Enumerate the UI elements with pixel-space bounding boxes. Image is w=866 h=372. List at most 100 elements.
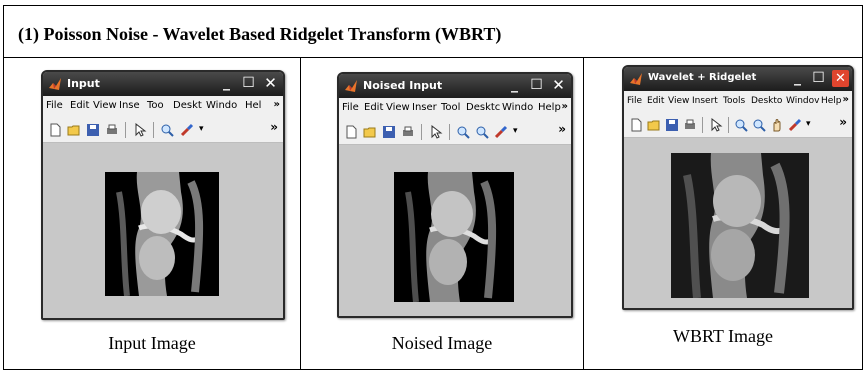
- maximize-button[interactable]: ☐: [240, 75, 257, 92]
- save-icon[interactable]: [382, 125, 396, 139]
- pointer-icon[interactable]: [133, 123, 147, 137]
- maximize-button[interactable]: ☐: [810, 70, 827, 87]
- menu-desktop[interactable]: Deskto: [748, 96, 782, 106]
- zoom-out-icon[interactable]: [475, 125, 489, 139]
- menu-insert[interactable]: Inse: [116, 100, 140, 111]
- zoom-in-icon[interactable]: [456, 125, 470, 139]
- menu-window[interactable]: Windov: [783, 96, 819, 106]
- new-file-icon[interactable]: [629, 118, 643, 132]
- toolbar: ▾ »: [43, 118, 283, 143]
- window-titlebar[interactable]: Wavelet + Ridgelet _ ☐ ✕: [624, 67, 852, 91]
- open-folder-icon[interactable]: [67, 123, 81, 137]
- dropdown-arrow-icon[interactable]: ▾: [199, 124, 204, 134]
- window-title: Wavelet + Ridgelet: [648, 72, 757, 83]
- menu-desktop[interactable]: Desktc: [463, 102, 500, 113]
- menu-help[interactable]: Hel: [242, 100, 261, 111]
- toolbar-separator: [728, 117, 729, 133]
- toolbar-separator: [125, 122, 126, 138]
- save-icon[interactable]: [86, 123, 100, 137]
- pointer-icon[interactable]: [709, 118, 723, 132]
- menu-insert[interactable]: Insert: [689, 96, 718, 106]
- menu-window[interactable]: Windo: [203, 100, 237, 111]
- menu-edit[interactable]: Edit: [644, 96, 664, 106]
- pointer-icon[interactable]: [429, 125, 443, 139]
- menu-edit[interactable]: Edit: [67, 100, 89, 111]
- menu-overflow-icon[interactable]: »: [562, 101, 568, 112]
- caption-noised-image: Noised Image: [391, 333, 493, 353]
- table-title-row: (1) Poisson Noise - Wavelet Based Ridgel…: [4, 6, 862, 58]
- zoom-in-icon[interactable]: [160, 123, 174, 137]
- minimize-button[interactable]: _: [218, 75, 235, 92]
- menu-help[interactable]: Help: [535, 102, 561, 113]
- zoom-out-icon[interactable]: [752, 118, 766, 132]
- caption-input-image: Input Image: [108, 333, 196, 353]
- matlab-figure-window[interactable]: Wavelet + Ridgelet _ ☐ ✕ File Edit View …: [622, 65, 854, 310]
- dropdown-arrow-icon[interactable]: ▾: [806, 119, 811, 129]
- close-button[interactable]: ✕: [550, 77, 567, 94]
- knee-mri-noised-image: [405, 172, 497, 303]
- menu-file[interactable]: File: [624, 96, 642, 106]
- print-icon[interactable]: [683, 118, 697, 132]
- menu-bar: File Edit View Insert Tools Deskto Windo…: [624, 91, 852, 113]
- menu-tools[interactable]: Tool: [438, 102, 460, 113]
- new-file-icon[interactable]: [48, 123, 62, 137]
- maximize-button[interactable]: ☐: [528, 77, 545, 94]
- menu-overflow-icon[interactable]: »: [843, 94, 849, 105]
- menu-file[interactable]: File: [339, 102, 359, 113]
- wbrt-image: [671, 153, 809, 299]
- menu-window[interactable]: Windo: [499, 102, 533, 113]
- menu-view[interactable]: View: [665, 96, 689, 106]
- open-folder-icon[interactable]: [363, 125, 377, 139]
- toolbar: ▾ »: [339, 120, 571, 145]
- figure-canvas: [43, 143, 283, 318]
- panel-wbrt: Wavelet + Ridgelet _ ☐ ✕ File Edit View …: [584, 58, 862, 370]
- window-title: Noised Input: [363, 79, 443, 92]
- matlab-figure-window[interactable]: Noised Input _ ☐ ✕ File Edit View Inser …: [337, 72, 573, 318]
- data-cursor-icon[interactable]: [788, 118, 802, 132]
- menu-bar: File Edit View Inse Too Deskt Windo Hel …: [43, 96, 283, 118]
- zoom-in-icon[interactable]: [734, 118, 748, 132]
- matlab-figure-window[interactable]: Input _ ☐ ✕ File Edit View Inse Too Desk…: [41, 70, 285, 320]
- close-button[interactable]: ✕: [262, 75, 279, 92]
- menu-desktop[interactable]: Deskt: [170, 100, 202, 111]
- window-titlebar[interactable]: Noised Input _ ☐ ✕: [339, 74, 571, 98]
- menu-view[interactable]: View: [383, 102, 410, 113]
- toolbar-overflow-icon[interactable]: »: [270, 120, 278, 134]
- matlab-icon: [345, 80, 357, 92]
- menu-insert[interactable]: Inser: [409, 102, 437, 113]
- menu-view[interactable]: View: [90, 100, 117, 111]
- noised-image: [394, 172, 514, 303]
- print-icon[interactable]: [105, 123, 119, 137]
- menu-overflow-icon[interactable]: »: [274, 99, 280, 110]
- menu-help[interactable]: Help: [818, 96, 842, 106]
- table-title: (1) Poisson Noise - Wavelet Based Ridgel…: [18, 24, 502, 44]
- matlab-icon: [49, 78, 61, 90]
- panel-input: Input _ ☐ ✕ File Edit View Inse Too Desk…: [4, 58, 301, 370]
- menu-edit[interactable]: Edit: [361, 102, 383, 113]
- toolbar-separator: [153, 122, 154, 138]
- panel-noised: Noised Input _ ☐ ✕ File Edit View Inser …: [301, 58, 584, 370]
- window-titlebar[interactable]: Input _ ☐ ✕: [43, 72, 283, 96]
- close-button[interactable]: ✕: [832, 70, 849, 87]
- figure-canvas: [624, 138, 852, 308]
- minimize-button[interactable]: _: [789, 70, 806, 87]
- figure-table: (1) Poisson Noise - Wavelet Based Ridgel…: [3, 5, 863, 370]
- toolbar-overflow-icon[interactable]: »: [839, 115, 847, 129]
- menu-tools[interactable]: Too: [144, 100, 164, 111]
- open-folder-icon[interactable]: [647, 118, 661, 132]
- save-icon[interactable]: [665, 118, 679, 132]
- toolbar-separator: [702, 117, 703, 133]
- toolbar-overflow-icon[interactable]: »: [558, 122, 566, 136]
- minimize-button[interactable]: _: [506, 77, 523, 94]
- figure-canvas: [339, 145, 571, 316]
- print-icon[interactable]: [401, 125, 415, 139]
- data-cursor-icon[interactable]: [180, 123, 194, 137]
- data-cursor-icon[interactable]: [494, 125, 508, 139]
- dropdown-arrow-icon[interactable]: ▾: [513, 126, 518, 136]
- pan-icon[interactable]: [770, 118, 784, 132]
- menu-tools[interactable]: Tools: [720, 96, 745, 106]
- matlab-icon: [630, 73, 642, 85]
- window-title: Input: [67, 77, 100, 90]
- new-file-icon[interactable]: [344, 125, 358, 139]
- menu-file[interactable]: File: [43, 100, 63, 111]
